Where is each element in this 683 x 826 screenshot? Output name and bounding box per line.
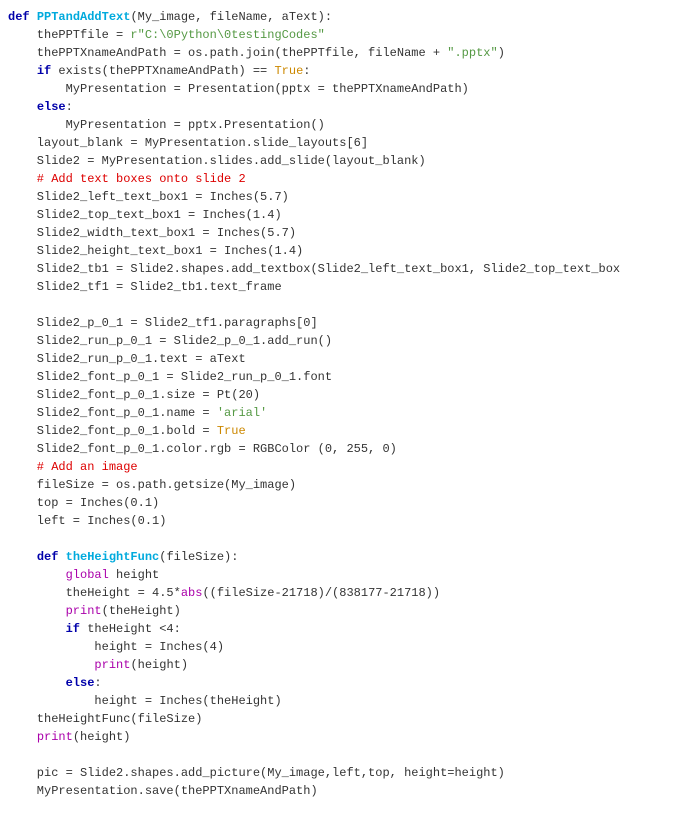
- code-text: [8, 550, 37, 564]
- code-line: Slide2_top_text_box1 = Inches(1.4): [8, 208, 282, 222]
- keyword-def: def: [8, 10, 37, 24]
- builtin-print: print: [94, 658, 130, 672]
- params: (My_image, fileName, aText):: [130, 10, 332, 24]
- code-text: (height): [130, 658, 188, 672]
- code-line: Slide2_font_p_0_1 = Slide2_run_p_0_1.fon…: [8, 370, 332, 384]
- code-text: (theHeight): [102, 604, 181, 618]
- builtin-abs: abs: [181, 586, 203, 600]
- code-text: height: [109, 568, 159, 582]
- code-line: pic = Slide2.shapes.add_picture(My_image…: [8, 766, 505, 780]
- code-line: Slide2_width_text_box1 = Inches(5.7): [8, 226, 296, 240]
- code-text: theHeight = 4.5*: [8, 586, 181, 600]
- code-text: :: [303, 64, 310, 78]
- code-block: def PPTandAddText(My_image, fileName, aT…: [8, 8, 675, 800]
- code-text: Slide2_font_p_0_1.bold =: [8, 424, 217, 438]
- code-line: Slide2_run_p_0_1 = Slide2_p_0_1.add_run(…: [8, 334, 332, 348]
- code-text: :: [94, 676, 101, 690]
- code-text: [8, 604, 66, 618]
- code-text: ((fileSize-21718)/(838177-21718)): [202, 586, 440, 600]
- code-text: [8, 622, 66, 636]
- code-line: height = Inches(theHeight): [8, 694, 282, 708]
- code-text: [58, 550, 65, 564]
- code-text: ): [498, 46, 505, 60]
- code-text: (fileSize):: [159, 550, 238, 564]
- string-literal: r"C:\0Python\0testingCodes": [130, 28, 324, 42]
- code-text: [8, 568, 66, 582]
- code-line: height = Inches(4): [8, 640, 224, 654]
- code-text: [8, 730, 37, 744]
- code-line: thePPTfile =: [8, 28, 130, 42]
- code-line: Slide2_left_text_box1 = Inches(5.7): [8, 190, 289, 204]
- keyword-if: if: [66, 622, 80, 636]
- code-text: [8, 100, 37, 114]
- code-text: :: [66, 100, 73, 114]
- string-literal: 'arial': [217, 406, 267, 420]
- code-text: (height): [73, 730, 131, 744]
- code-line: Slide2_height_text_box1 = Inches(1.4): [8, 244, 303, 258]
- code-line: thePPTXnameAndPath = os.path.join(thePPT…: [8, 46, 447, 60]
- comment: # Add text boxes onto slide 2: [8, 172, 246, 186]
- bool-true: True: [217, 424, 246, 438]
- code-text: [8, 658, 94, 672]
- comment: # Add an image: [8, 460, 138, 474]
- keyword-global: global: [66, 568, 109, 582]
- code-line: Slide2_font_p_0_1.color.rgb = RGBColor (…: [8, 442, 397, 456]
- string-literal: ".pptx": [447, 46, 497, 60]
- code-text: theHeight <4:: [80, 622, 181, 636]
- code-line: left = Inches(0.1): [8, 514, 166, 528]
- code-text: exists(thePPTXnameAndPath) ==: [51, 64, 274, 78]
- builtin-print: print: [37, 730, 73, 744]
- code-line: Slide2_run_p_0_1.text = aText: [8, 352, 246, 366]
- code-line: MyPresentation = pptx.Presentation(): [8, 118, 325, 132]
- function-name: PPTandAddText: [37, 10, 131, 24]
- builtin-print: print: [66, 604, 102, 618]
- bool-true: True: [274, 64, 303, 78]
- code-line: Slide2 = MyPresentation.slides.add_slide…: [8, 154, 426, 168]
- keyword-if: if: [37, 64, 51, 78]
- code-line: layout_blank = MyPresentation.slide_layo…: [8, 136, 368, 150]
- code-line: fileSize = os.path.getsize(My_image): [8, 478, 296, 492]
- code-text: Slide2_font_p_0_1.name =: [8, 406, 217, 420]
- code-line: Slide2_tf1 = Slide2_tb1.text_frame: [8, 280, 282, 294]
- code-line: MyPresentation = Presentation(pptx = the…: [8, 82, 469, 96]
- code-line: top = Inches(0.1): [8, 496, 159, 510]
- keyword-else: else: [66, 676, 95, 690]
- keyword-def: def: [37, 550, 59, 564]
- code-line: Slide2_font_p_0_1.size = Pt(20): [8, 388, 260, 402]
- code-line: theHeightFunc(fileSize): [8, 712, 202, 726]
- code-line: Slide2_tb1 = Slide2.shapes.add_textbox(S…: [8, 262, 620, 276]
- code-text: [8, 676, 66, 690]
- keyword-else: else: [37, 100, 66, 114]
- code-line: MyPresentation.save(thePPTXnameAndPath): [8, 784, 318, 798]
- code-line: Slide2_p_0_1 = Slide2_tf1.paragraphs[0]: [8, 316, 318, 330]
- function-name: theHeightFunc: [66, 550, 160, 564]
- code-text: [8, 64, 37, 78]
